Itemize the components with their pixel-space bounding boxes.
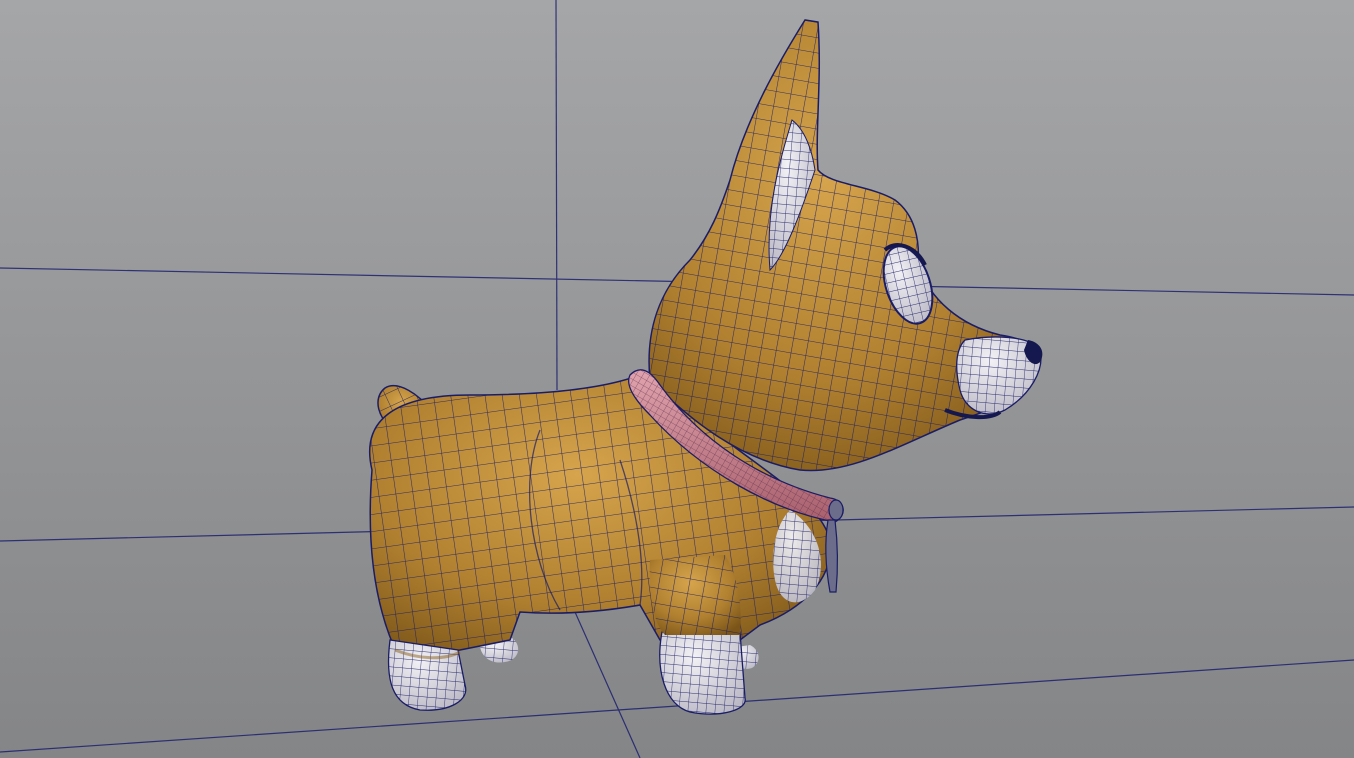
collar-buckle	[828, 499, 844, 521]
dog-back-near-leg	[387, 639, 467, 711]
3d-viewport[interactable]	[0, 0, 1354, 758]
